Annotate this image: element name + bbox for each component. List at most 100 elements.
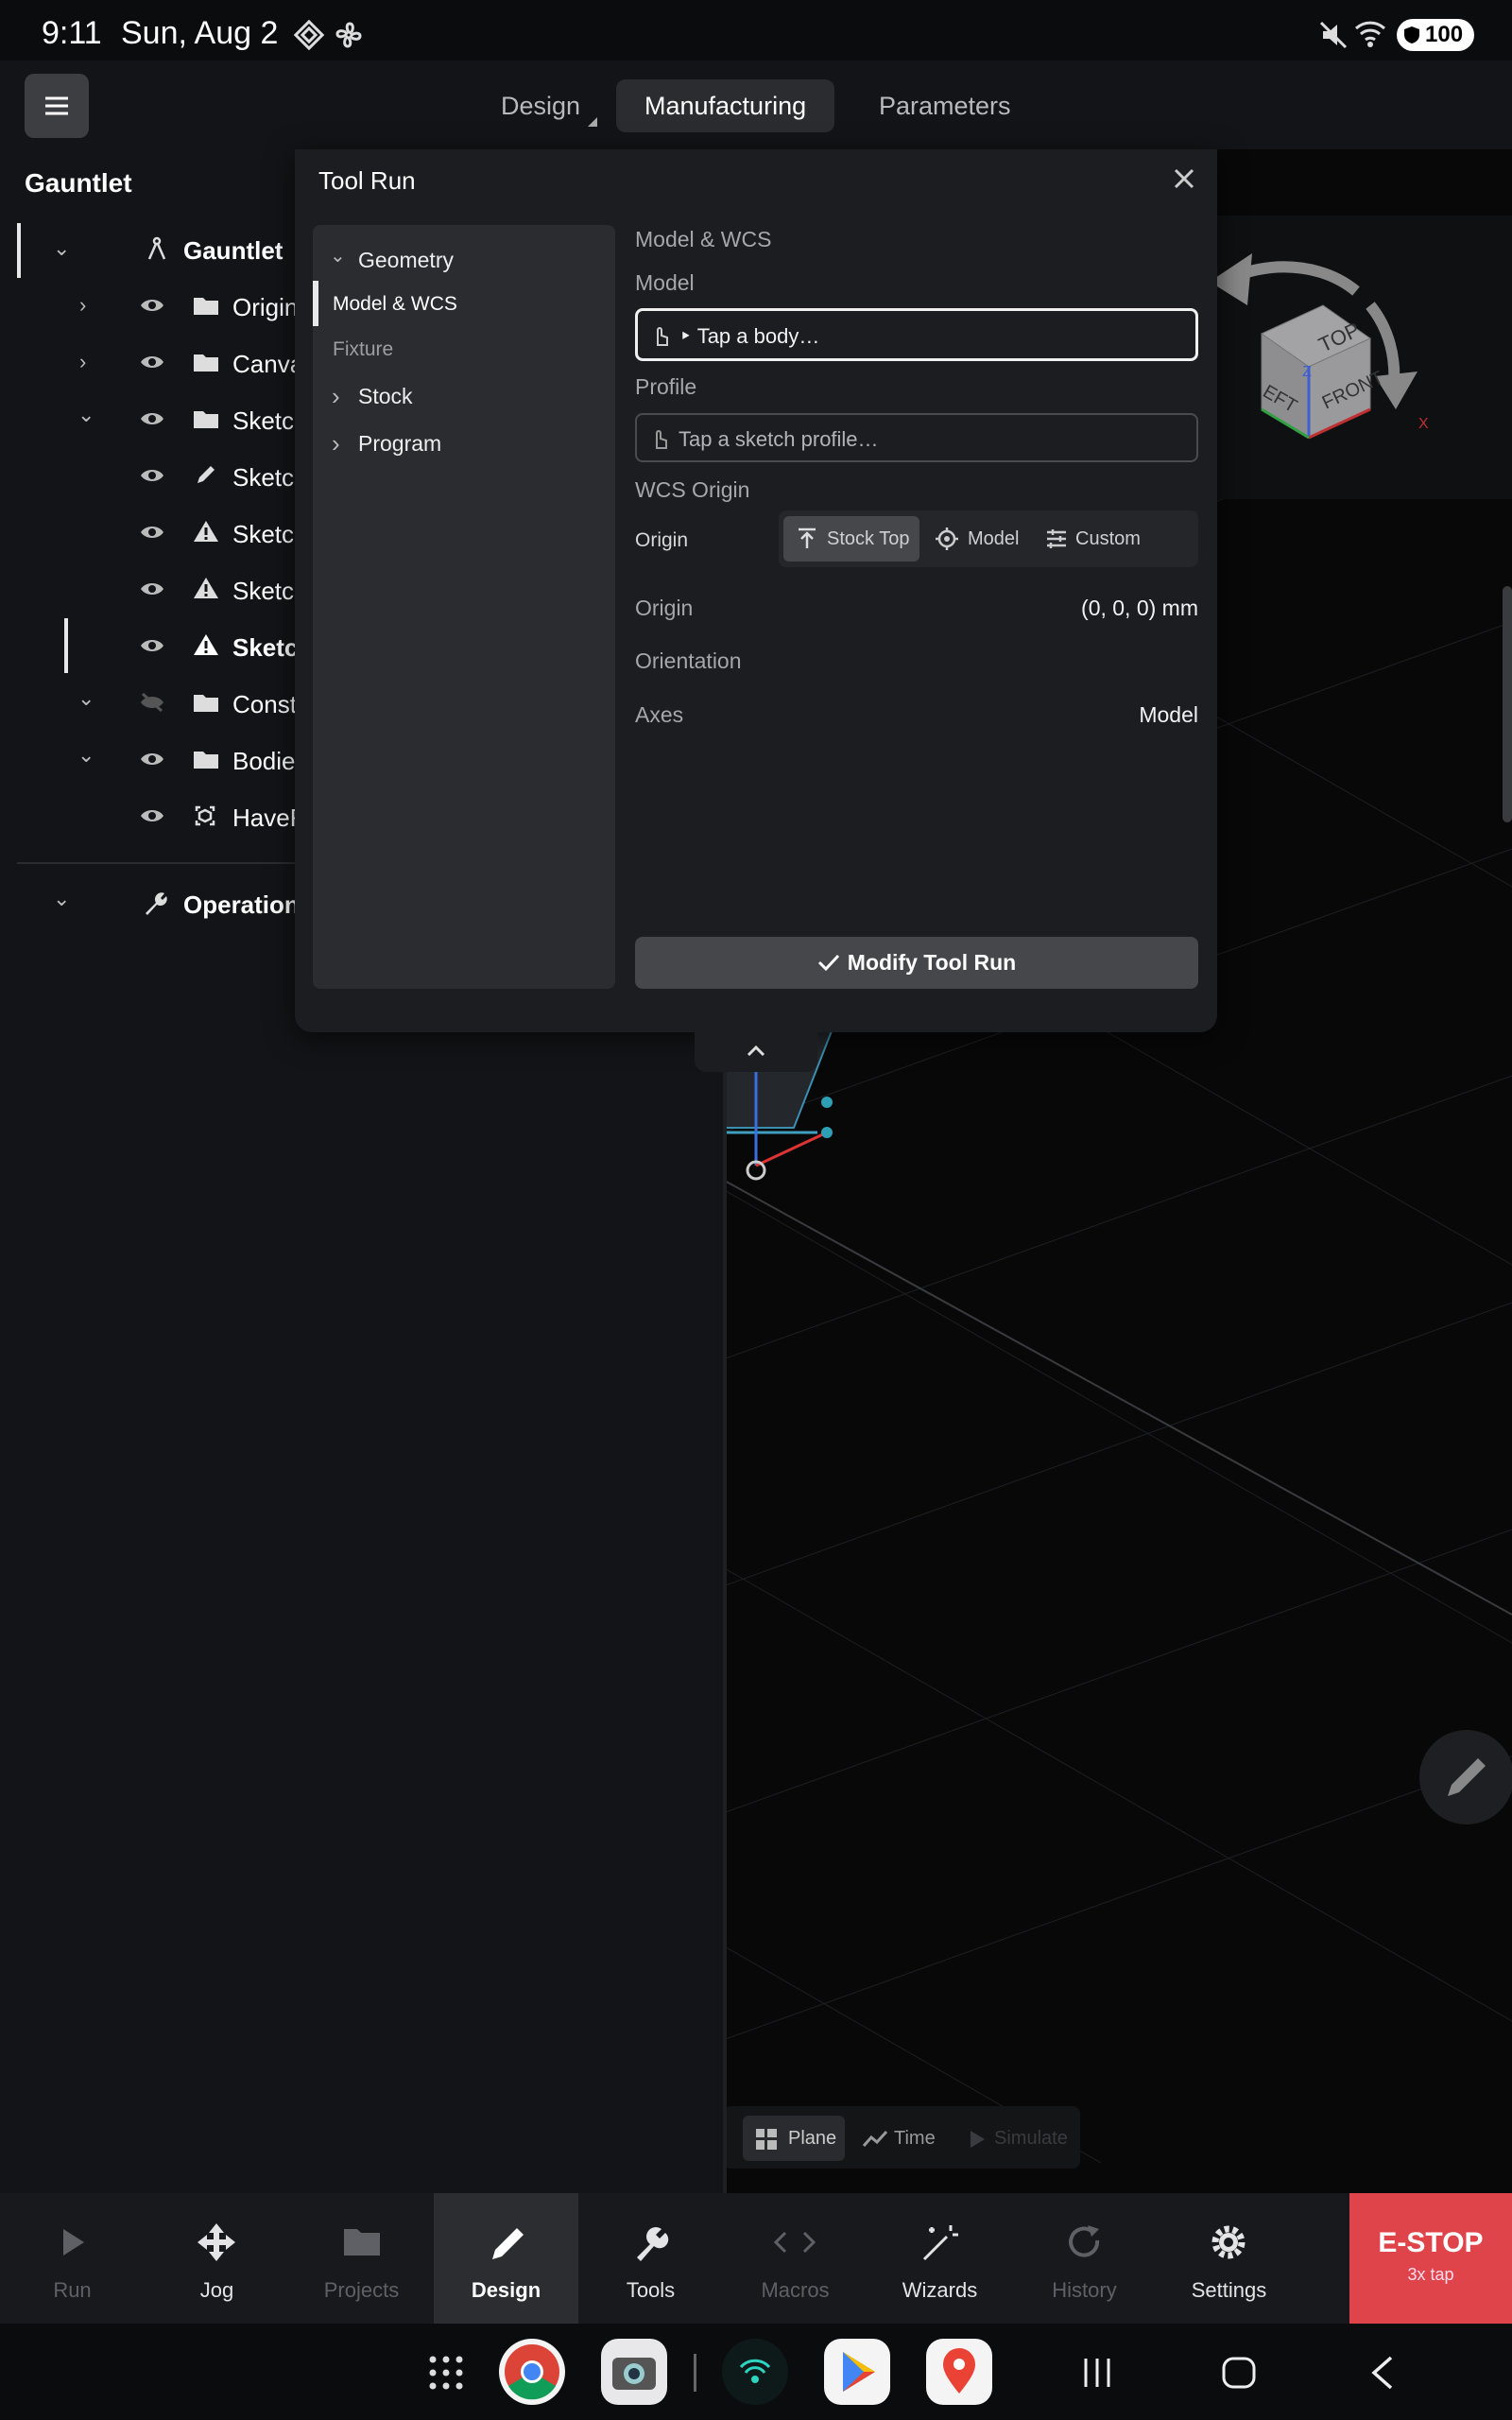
tree-row-root[interactable]: ⌄ Gauntlet [0, 223, 295, 276]
tab-manufacturing[interactable]: Manufacturing [616, 79, 835, 132]
tap-icon [656, 430, 667, 449]
nav-jog[interactable]: Jog [145, 2193, 289, 2324]
close-icon [1174, 168, 1194, 189]
nav-macros[interactable]: Macros [723, 2193, 868, 2324]
chevron-right-icon: › [79, 293, 87, 317]
nav-run[interactable]: Run [0, 2193, 145, 2324]
battery-indicator: 100 [1397, 19, 1474, 51]
nav-macros-label: Macros [761, 2278, 830, 2302]
nav-model-wcs[interactable]: Model & WCS [333, 293, 457, 316]
tree-row-body[interactable]: HaveF [0, 790, 305, 843]
chevron-down-icon: ⌄ [330, 246, 346, 267]
nav-design-label: Design [471, 2278, 541, 2302]
maps-app-icon[interactable] [926, 2339, 992, 2405]
origin-label: Origin [635, 529, 689, 551]
chrome-icon [505, 2344, 559, 2400]
app-drawer-icon[interactable] [427, 2354, 465, 2392]
tree-row-canvas[interactable]: › Canva [0, 337, 303, 389]
origin-option-stock-top[interactable]: Stock Top [783, 516, 919, 562]
nav-geometry-label: Geometry [358, 248, 454, 272]
tree-item-label: Sketc [232, 406, 295, 435]
nav-fixture[interactable]: Fixture [333, 338, 393, 361]
close-button[interactable] [1168, 163, 1200, 203]
arrow-up-bar-icon [799, 527, 816, 548]
axes-label: Axes [635, 702, 684, 727]
tree-item-label: Sketcl [232, 577, 300, 605]
map-pin-icon [943, 2348, 975, 2394]
tree-row-sketch-warning[interactable]: Sketcl [0, 507, 300, 560]
play-store-app-icon[interactable] [824, 2339, 890, 2405]
pencil-icon [198, 466, 215, 483]
eye-icon[interactable] [140, 807, 164, 824]
eye-icon[interactable] [140, 354, 164, 371]
eye-icon[interactable] [140, 580, 164, 597]
tab-parameters[interactable]: Parameters [850, 79, 1040, 132]
origin-option-custom[interactable]: Custom [1032, 516, 1145, 562]
body-icon [195, 805, 215, 826]
nav-history[interactable]: History [1012, 2193, 1157, 2324]
eye-off-icon[interactable] [140, 692, 164, 713]
tree-row-sketch[interactable]: Sketcl [0, 450, 300, 503]
chrome-app-icon[interactable] [499, 2339, 565, 2405]
simulate-button[interactable]: Simulate [964, 2116, 1075, 2161]
tree-row-bodies[interactable]: ⌄ Bodie [0, 734, 296, 786]
nav-design[interactable]: Design [434, 2193, 578, 2324]
plane-label: Plane [788, 2128, 837, 2149]
model-field[interactable]: ‣ Tap a body… [635, 308, 1198, 361]
magic-wand-icon [922, 2225, 958, 2261]
profile-field[interactable]: Tap a sketch profile… [635, 413, 1198, 462]
eye-icon[interactable] [140, 524, 164, 541]
wifi-icon [1354, 21, 1386, 47]
nav-tools[interactable]: Tools [578, 2193, 723, 2324]
floating-edit-button[interactable] [1419, 1730, 1512, 1824]
origin-option-model[interactable]: Model [924, 516, 1024, 562]
tree-row-origin[interactable]: › Origin [0, 280, 298, 333]
eye-icon[interactable] [140, 410, 164, 427]
play-icon [971, 2131, 985, 2148]
chevron-right-icon: › [332, 382, 340, 410]
estop-label: E-STOP [1378, 2227, 1484, 2258]
tree-row-construction[interactable]: ⌄ Const [0, 677, 297, 730]
nav-wizards[interactable]: Wizards [868, 2193, 1012, 2324]
back-icon[interactable] [1368, 2354, 1397, 2392]
folder-icon [194, 298, 218, 315]
warning-icon [194, 634, 218, 655]
dock-divider [694, 2354, 696, 2392]
tree-row-sketch-warning-selected[interactable]: Sketcl [0, 620, 305, 673]
eye-icon[interactable] [140, 751, 164, 768]
camera-app-icon[interactable] [601, 2339, 667, 2405]
cube-x-label: X [1418, 416, 1429, 432]
modify-button-label: Modify Tool Run [847, 950, 1017, 975]
nav-projects[interactable]: Projects [289, 2193, 434, 2324]
move-icon [198, 2223, 235, 2261]
status-time: 9:11 [42, 15, 102, 51]
tree-row-operations[interactable]: ⌄ Operations [0, 877, 313, 930]
time-button[interactable]: Time [856, 2116, 960, 2161]
eye-icon[interactable] [140, 297, 164, 314]
right-drawer-handle[interactable] [1503, 586, 1512, 822]
collapse-panel-button[interactable] [695, 1032, 817, 1072]
tree-title: Gauntlet [25, 168, 132, 198]
nav-run-label: Run [53, 2278, 92, 2302]
eye-icon[interactable] [140, 467, 164, 484]
tree-row-sketches[interactable]: ⌄ Sketc [0, 393, 295, 446]
estop-button[interactable]: E-STOP 3x tap [1349, 2193, 1512, 2324]
tree-row-sketch-warning[interactable]: Sketcl [0, 563, 300, 616]
play-store-icon [843, 2352, 875, 2392]
connectivity-app-icon[interactable] [722, 2339, 788, 2405]
recent-apps-icon[interactable] [1081, 2356, 1113, 2390]
origin-row-label: Origin [635, 596, 694, 620]
menu-button[interactable] [25, 74, 89, 138]
modify-tool-run-button[interactable]: Modify Tool Run [635, 937, 1198, 989]
home-icon[interactable] [1221, 2356, 1257, 2390]
wrench-icon [146, 892, 167, 915]
folder-icon [194, 695, 218, 712]
pencil-icon [1448, 1758, 1486, 1796]
profile-label: Profile [635, 374, 697, 399]
nav-settings[interactable]: Settings [1157, 2193, 1301, 2324]
time-label: Time [894, 2128, 936, 2149]
warning-icon [194, 578, 218, 598]
trend-icon [862, 2130, 888, 2147]
eye-icon[interactable] [140, 637, 164, 654]
plane-button[interactable]: Plane [743, 2116, 845, 2161]
